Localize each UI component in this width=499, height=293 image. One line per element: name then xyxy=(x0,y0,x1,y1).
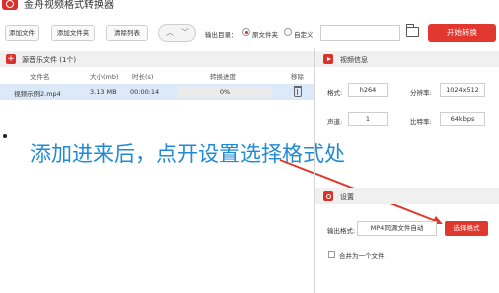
output-directory-label: 输出目录： xyxy=(205,31,238,39)
channel-label: 声道: xyxy=(327,118,343,126)
video-info-header: 视频信息 xyxy=(315,51,499,67)
resolution-label: 分辨率: xyxy=(410,89,432,97)
add-file-button[interactable]: 添加文件 xyxy=(5,25,39,41)
merge-label: 合并为一个文件 xyxy=(339,252,385,260)
radio-custom-folder[interactable] xyxy=(284,28,292,36)
format-value: h264 xyxy=(348,83,388,97)
merge-checkbox[interactable] xyxy=(328,251,335,258)
source-files-title: 源音乐文件 (1个) xyxy=(22,56,77,64)
chevron-up-icon[interactable]: ︿ xyxy=(166,27,174,38)
title-bar: 金舟视频格式转换器 xyxy=(0,0,499,12)
bitrate-label: 比特率: xyxy=(410,118,432,126)
video-info-title: 视频信息 xyxy=(340,56,368,64)
radio-source-folder[interactable] xyxy=(242,28,250,36)
bitrate-value: 64kbps xyxy=(440,112,485,126)
conversion-progress-text: 0% xyxy=(219,88,231,96)
start-convert-button[interactable]: 开始转换 xyxy=(428,24,496,42)
select-format-button[interactable]: 选择格式 xyxy=(445,221,488,236)
chevron-down-icon[interactable]: ﹀ xyxy=(181,27,189,38)
toolbar: 添加文件 添加文件夹 清除列表 ︿ ﹀ 输出目录： 原文件夹 自定义 开始转换 xyxy=(0,22,499,44)
column-header-progress: 转换进度 xyxy=(210,73,236,81)
annotation-bullet xyxy=(3,134,7,138)
resolution-value: 1024x512 xyxy=(440,83,485,97)
channel-value: 1 xyxy=(348,112,388,126)
file-size: 3.13 MB xyxy=(90,88,117,96)
gear-icon xyxy=(323,191,333,201)
output-format-label: 输出格式: xyxy=(327,227,356,235)
folder-icon[interactable] xyxy=(406,24,419,37)
source-files-header: + 源音乐文件 (1个) xyxy=(0,51,314,67)
conversion-progress-bar: 0% xyxy=(178,87,272,97)
format-label: 格式: xyxy=(327,89,343,97)
app-logo-icon xyxy=(2,0,18,10)
column-header-size: 大小(mb) xyxy=(90,73,119,81)
table-row[interactable]: 视频示例2.mp4 3.13 MB 00:00:14 0% xyxy=(0,84,314,100)
add-folder-button[interactable]: 添加文件夹 xyxy=(51,25,95,41)
annotation-text: 添加进来后，点开设置选择格式处 xyxy=(30,142,345,166)
plus-icon[interactable]: + xyxy=(6,54,16,64)
file-duration: 00:00:14 xyxy=(130,88,160,96)
output-format-field[interactable]: MP4同源文件自动 xyxy=(357,221,437,236)
panel-divider xyxy=(314,48,315,293)
file-name: 视频示例2.mp4 xyxy=(14,90,61,98)
video-icon xyxy=(323,54,333,64)
settings-title: 设置 xyxy=(340,193,354,201)
clear-list-button[interactable]: 清除列表 xyxy=(106,25,148,41)
column-header-remove: 移除 xyxy=(291,73,304,81)
trash-icon[interactable] xyxy=(294,86,302,97)
output-path-input[interactable] xyxy=(320,25,400,41)
app-title: 金舟视频格式转换器 xyxy=(24,0,114,11)
column-header-filename: 文件名 xyxy=(30,73,50,81)
settings-header: 设置 xyxy=(315,188,499,204)
radio-source-folder-label: 原文件夹 xyxy=(252,31,278,39)
radio-custom-folder-label: 自定义 xyxy=(294,31,314,39)
navigation-arrows[interactable]: ︿ ﹀ xyxy=(158,24,196,42)
column-header-duration: 时长(s) xyxy=(132,73,154,81)
